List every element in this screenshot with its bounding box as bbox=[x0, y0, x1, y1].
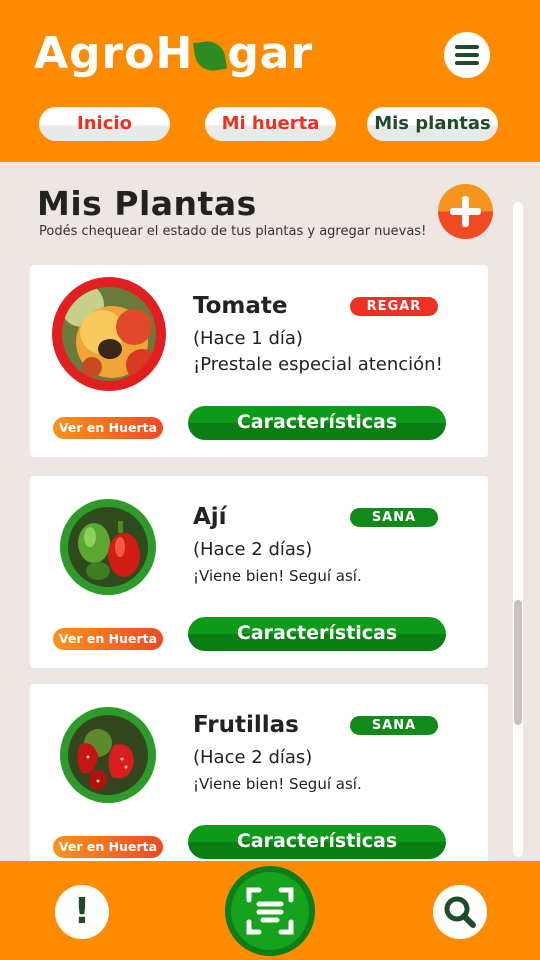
pepper-image bbox=[68, 507, 148, 587]
strawberry-image bbox=[68, 715, 148, 795]
characteristics-button[interactable]: Características bbox=[188, 617, 446, 651]
tomato-image bbox=[62, 287, 156, 381]
plant-note: ¡Viene bien! Seguí así. bbox=[193, 567, 362, 585]
alert-icon: ! bbox=[73, 891, 91, 932]
app-logo: AgroH gar bbox=[34, 28, 314, 79]
plant-image-frame bbox=[52, 277, 166, 391]
alert-button[interactable]: ! bbox=[55, 885, 109, 939]
page-title: Mis Plantas bbox=[37, 184, 257, 223]
view-in-garden-button[interactable]: Ver en Huerta bbox=[53, 836, 163, 858]
search-button[interactable] bbox=[433, 885, 487, 939]
plant-image-frame bbox=[60, 707, 156, 803]
menu-button[interactable] bbox=[444, 32, 490, 78]
plant-name: Frutillas bbox=[193, 712, 299, 738]
search-icon bbox=[444, 896, 476, 928]
view-in-garden-button[interactable]: Ver en Huerta bbox=[53, 417, 163, 439]
tab-mis-plantas[interactable]: Mis plantas bbox=[367, 107, 498, 141]
leaf-icon bbox=[193, 39, 228, 73]
status-badge: REGAR bbox=[350, 297, 438, 316]
plant-card-aji: Ají SANA (Hace 2 días) ¡Viene bien! Segu… bbox=[30, 476, 488, 668]
scrollbar-thumb[interactable] bbox=[514, 600, 522, 725]
tab-mi-huerta[interactable]: Mi huerta bbox=[205, 107, 336, 141]
scan-icon bbox=[246, 887, 294, 935]
plant-card-tomate: Tomate REGAR (Hace 1 día) ¡Prestale espe… bbox=[30, 265, 488, 457]
plant-name: Ají bbox=[193, 504, 227, 530]
plant-note: ¡Viene bien! Seguí así. bbox=[193, 775, 362, 793]
tab-inicio[interactable]: Inicio bbox=[39, 107, 170, 141]
last-watered: (Hace 1 día) bbox=[193, 328, 303, 349]
last-watered: (Hace 2 días) bbox=[193, 747, 313, 768]
plant-card-frutillas: Frutillas SANA (Hace 2 días) ¡Viene bien… bbox=[30, 684, 488, 876]
status-badge: SANA bbox=[350, 508, 438, 527]
status-badge: SANA bbox=[350, 716, 438, 735]
view-in-garden-button[interactable]: Ver en Huerta bbox=[53, 628, 163, 650]
menu-icon bbox=[455, 45, 479, 49]
app-header: AgroH gar Inicio Mi huerta Mis plantas bbox=[0, 0, 540, 162]
last-watered: (Hace 2 días) bbox=[193, 539, 313, 560]
add-plant-button[interactable] bbox=[438, 184, 493, 239]
plant-note: ¡Prestale especial atención! bbox=[193, 354, 443, 375]
plant-image-frame bbox=[60, 499, 156, 595]
characteristics-button[interactable]: Características bbox=[188, 825, 446, 859]
scrollbar-track[interactable] bbox=[513, 202, 523, 857]
characteristics-button[interactable]: Características bbox=[188, 406, 446, 440]
page-subtitle: Podés chequear el estado de tus plantas … bbox=[39, 224, 427, 239]
scan-button[interactable] bbox=[225, 866, 315, 956]
plant-name: Tomate bbox=[193, 293, 288, 319]
